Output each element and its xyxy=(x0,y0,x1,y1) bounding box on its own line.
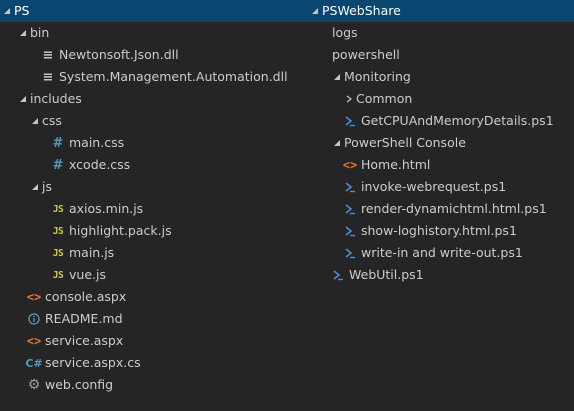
tree-item-label: GetCPUAndMemoryDetails.ps1 xyxy=(361,113,554,128)
chevron-expanded-icon[interactable] xyxy=(16,22,30,44)
tree-item-label: Common xyxy=(356,91,413,106)
tree-file-service-aspx[interactable]: <> service.aspx xyxy=(0,330,290,352)
tree-file-getcpu-ps1[interactable]: GetCPUAndMemoryDetails.ps1 xyxy=(290,110,574,132)
angle-brackets-icon: <> xyxy=(26,334,42,348)
tree-item-label: logs xyxy=(332,25,358,40)
tree-file-axios-js[interactable]: JS axios.min.js xyxy=(0,198,290,220)
tree-item-label: service.aspx xyxy=(45,333,124,348)
tree-file-web-config[interactable]: ⚙ web.config xyxy=(0,374,290,396)
tree-file-show-loghistory-ps1[interactable]: show-loghistory.html.ps1 xyxy=(290,220,574,242)
tree-item-label: README.md xyxy=(45,311,123,326)
powershell-icon xyxy=(342,110,358,132)
tree-item-label: PowerShell Console xyxy=(344,135,466,150)
hash-icon: # xyxy=(52,157,64,173)
tree-file-webutil-ps1[interactable]: WebUtil.ps1 xyxy=(290,264,574,286)
tree-file-invoke-webrequest-ps1[interactable]: invoke-webrequest.ps1 xyxy=(290,176,574,198)
tree-item-label: invoke-webrequest.ps1 xyxy=(361,179,507,194)
tree-folder-powershell[interactable]: powershell xyxy=(290,44,574,66)
angle-brackets-icon: <> xyxy=(342,158,358,172)
file-tree-pswebshare: PSWebShare logs powershell Monitoring Co… xyxy=(290,0,574,286)
tree-item-label: powershell xyxy=(332,47,400,62)
tree-item-label: includes xyxy=(30,91,82,106)
tree-item-label: WebUtil.ps1 xyxy=(349,267,424,282)
tree-folder-css[interactable]: css xyxy=(0,110,290,132)
js-icon: JS xyxy=(52,247,64,259)
tree-folder-monitoring[interactable]: Monitoring xyxy=(290,66,574,88)
explorer-right-pane: PSWebShare logs powershell Monitoring Co… xyxy=(290,0,574,411)
hash-icon: # xyxy=(52,135,64,151)
chevron-expanded-icon[interactable] xyxy=(308,0,322,22)
tree-folder-includes[interactable]: includes xyxy=(0,88,290,110)
powershell-icon xyxy=(342,220,358,242)
tree-item-label: xcode.css xyxy=(69,157,131,172)
tree-item-label: css xyxy=(42,113,62,128)
explorer-panes: PS bin ≡ Newtonsoft.Json.dll ≡ System.Ma… xyxy=(0,0,574,411)
tree-item-label: console.aspx xyxy=(45,289,127,304)
tree-file-xcode-css[interactable]: # xcode.css xyxy=(0,154,290,176)
file-tree-ps: PS bin ≡ Newtonsoft.Json.dll ≡ System.Ma… xyxy=(0,0,290,396)
tree-item-label: Monitoring xyxy=(344,69,411,84)
tree-item-label: Newtonsoft.Json.dll xyxy=(59,47,179,62)
tree-file-console-aspx[interactable]: <> console.aspx xyxy=(0,286,290,308)
gear-icon: ⚙ xyxy=(27,377,41,393)
tree-item-label: service.aspx.cs xyxy=(45,355,141,370)
powershell-icon xyxy=(342,198,358,220)
tree-file-service-aspx-cs[interactable]: C# service.aspx.cs xyxy=(0,352,290,374)
tree-item-label: highlight.pack.js xyxy=(69,223,172,238)
js-icon: JS xyxy=(52,203,64,215)
tree-file-main-css[interactable]: # main.css xyxy=(0,132,290,154)
tree-file-readme-md[interactable]: README.md xyxy=(0,308,290,330)
js-icon: JS xyxy=(52,269,64,281)
tree-file-write-in-out-ps1[interactable]: write-in and write-out.ps1 xyxy=(290,242,574,264)
powershell-icon xyxy=(342,242,358,264)
tree-folder-powershell-console[interactable]: PowerShell Console xyxy=(290,132,574,154)
file-lines-icon: ≡ xyxy=(42,47,54,63)
tree-item-label: axios.min.js xyxy=(69,201,144,216)
tree-folder-bin[interactable]: bin xyxy=(0,22,290,44)
powershell-icon xyxy=(342,176,358,198)
powershell-icon xyxy=(330,264,346,286)
tree-item-label: web.config xyxy=(45,377,114,392)
tree-item-label: write-in and write-out.ps1 xyxy=(361,245,523,260)
tree-root-pswebshare[interactable]: PSWebShare xyxy=(290,0,574,22)
js-icon: JS xyxy=(52,225,64,237)
tree-root-label: PSWebShare xyxy=(322,3,401,18)
info-icon xyxy=(26,308,42,330)
tree-file-highlight-js[interactable]: JS highlight.pack.js xyxy=(0,220,290,242)
tree-file-main-js[interactable]: JS main.js xyxy=(0,242,290,264)
file-lines-icon: ≡ xyxy=(42,69,54,85)
tree-folder-js[interactable]: js xyxy=(0,176,290,198)
chevron-expanded-icon[interactable] xyxy=(330,132,344,154)
chevron-expanded-icon[interactable] xyxy=(16,88,30,110)
tree-item-label: render-dynamichtml.html.ps1 xyxy=(361,201,547,216)
chevron-expanded-icon[interactable] xyxy=(28,176,42,198)
tree-item-label: bin xyxy=(30,25,50,40)
tree-root-label: PS xyxy=(14,3,30,18)
tree-root-ps[interactable]: PS xyxy=(0,0,290,22)
csharp-icon: C# xyxy=(25,356,43,370)
tree-file-newtonsoft-dll[interactable]: ≡ Newtonsoft.Json.dll xyxy=(0,44,290,66)
tree-item-label: vue.js xyxy=(69,267,106,282)
tree-item-label: System.Management.Automation.dll xyxy=(59,69,288,84)
chevron-expanded-icon[interactable] xyxy=(0,0,14,22)
tree-file-render-dynamichtml-ps1[interactable]: render-dynamichtml.html.ps1 xyxy=(290,198,574,220)
chevron-expanded-icon[interactable] xyxy=(28,110,42,132)
tree-item-label: show-loghistory.html.ps1 xyxy=(361,223,517,238)
tree-folder-logs[interactable]: logs xyxy=(290,22,574,44)
explorer-left-pane: PS bin ≡ Newtonsoft.Json.dll ≡ System.Ma… xyxy=(0,0,290,411)
chevron-expanded-icon[interactable] xyxy=(330,66,344,88)
tree-file-automation-dll[interactable]: ≡ System.Management.Automation.dll xyxy=(0,66,290,88)
chevron-right-icon[interactable] xyxy=(342,88,356,110)
tree-item-label: js xyxy=(42,179,52,194)
tree-folder-common[interactable]: Common xyxy=(290,88,574,110)
tree-item-label: Home.html xyxy=(361,157,431,172)
tree-file-home-html[interactable]: <> Home.html xyxy=(290,154,574,176)
tree-item-label: main.css xyxy=(69,135,125,150)
angle-brackets-icon: <> xyxy=(26,290,42,304)
tree-item-label: main.js xyxy=(69,245,115,260)
tree-file-vue-js[interactable]: JS vue.js xyxy=(0,264,290,286)
